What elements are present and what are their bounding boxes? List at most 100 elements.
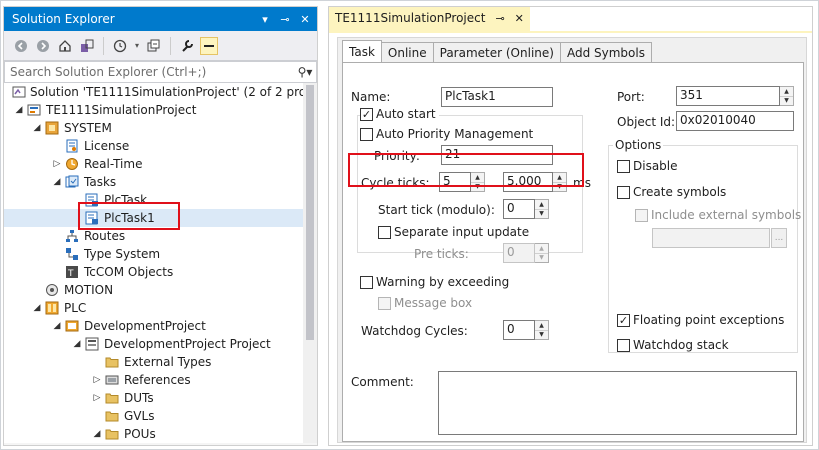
preview-icon[interactable] — [200, 36, 218, 55]
spin-down-icon[interactable]: ▼ — [535, 329, 548, 340]
dropdown-arrow-icon[interactable]: ▾ — [133, 37, 141, 55]
checkbox-box[interactable] — [378, 225, 391, 239]
expanded-arrow-icon[interactable]: ◢ — [30, 123, 44, 133]
spin-up-icon[interactable]: ▲ — [535, 244, 548, 253]
external-symbols-input[interactable] — [652, 228, 770, 248]
collapsed-arrow-icon[interactable]: ▷ — [90, 375, 104, 385]
search-box[interactable]: Search Solution Explorer (Ctrl+;) ⚲▾ — [4, 61, 317, 83]
collapsed-arrow-icon[interactable]: ▷ — [90, 393, 104, 403]
checkbox-box[interactable] — [617, 159, 630, 173]
spin-up-icon[interactable]: ▲ — [535, 321, 548, 330]
collapse-all-icon[interactable] — [145, 37, 163, 55]
document-tab[interactable]: TE1111SimulationProject ⊸ ✕ — [329, 7, 530, 31]
spin-down-icon[interactable]: ▼ — [535, 208, 548, 219]
tree-item[interactable]: ◢ DevelopmentProject — [4, 317, 303, 335]
checkbox-box[interactable]: ✓ — [617, 313, 630, 327]
comment-textarea[interactable] — [438, 371, 797, 435]
checkbox-box[interactable] — [617, 185, 630, 199]
folder-icon — [104, 354, 120, 370]
checkbox-box[interactable] — [617, 338, 630, 352]
expanded-arrow-icon[interactable]: ◢ — [12, 105, 26, 115]
tree-item[interactable]: External Types — [4, 353, 303, 371]
expanded-arrow-icon[interactable]: ◢ — [70, 339, 84, 349]
panel-title: Solution Explorer — [12, 12, 115, 26]
tree-item[interactable]: ◢ PLC — [4, 299, 303, 317]
auto-priority-checkbox[interactable]: Auto Priority Management — [360, 127, 533, 141]
collapsed-arrow-icon[interactable]: ▷ — [50, 159, 64, 169]
spin-up-icon[interactable]: ▲ — [535, 200, 548, 209]
switch-views-icon[interactable] — [78, 37, 96, 55]
object-id-input[interactable]: 0x02010040 — [676, 111, 794, 131]
tree-item[interactable]: ◢ Tasks — [4, 173, 303, 191]
browse-button[interactable]: ... — [771, 228, 787, 248]
tab-task[interactable]: Task — [342, 40, 382, 62]
floating-point-checkbox[interactable]: ✓ Floating point exceptions — [617, 313, 784, 327]
spin-down-icon[interactable]: ▼ — [535, 252, 548, 263]
expanded-arrow-icon[interactable]: ◢ — [50, 177, 64, 187]
pre-ticks-label: Pre ticks: — [414, 247, 469, 261]
pin-icon[interactable]: ⊸ — [495, 12, 504, 25]
tree-item[interactable]: MOTION — [4, 281, 303, 299]
warning-checkbox[interactable]: Warning by exceeding — [360, 275, 509, 289]
pending-changes-icon[interactable] — [111, 37, 129, 55]
include-external-checkbox[interactable]: Include external symbols — [635, 208, 801, 222]
tree-item[interactable]: ◢ SYSTEM — [4, 119, 303, 137]
expanded-arrow-icon[interactable]: ◢ — [30, 303, 44, 313]
tree-item[interactable]: ▷ References — [4, 371, 303, 389]
tree-item[interactable]: License — [4, 137, 303, 155]
tab-add-symbols[interactable]: Add Symbols — [559, 42, 652, 62]
start-tick-stepper[interactable]: 0 ▲ ▼ — [503, 199, 549, 219]
checkbox-box[interactable] — [378, 296, 391, 310]
checkbox-box[interactable]: ✓ — [360, 107, 373, 121]
create-symbols-checkbox[interactable]: Create symbols — [617, 185, 726, 199]
tree-item[interactable]: Solution 'TE1111SimulationProject' (2 of… — [4, 83, 317, 101]
editor-tabs: Task Online Parameter (Online) Add Symbo… — [342, 40, 652, 62]
spin-up-icon[interactable]: ▲ — [780, 87, 793, 96]
tab-online[interactable]: Online — [380, 42, 434, 62]
tree-item-label: GVLs — [124, 409, 155, 423]
tree-item[interactable]: ◢ TE1111SimulationProject — [4, 101, 303, 119]
checkbox-box[interactable] — [635, 208, 648, 222]
motion-icon — [44, 282, 60, 298]
properties-wrench-icon[interactable] — [178, 37, 196, 55]
message-box-checkbox[interactable]: Message box — [378, 296, 472, 310]
tree-item[interactable]: T TcCOM Objects — [4, 263, 303, 281]
solution-tree: Solution 'TE1111SimulationProject' (2 of… — [4, 83, 317, 443]
vertical-scrollbar[interactable] — [303, 83, 317, 443]
pin-icon[interactable]: ⊸ — [277, 13, 293, 26]
start-tick-label: Start tick (modulo): — [378, 203, 495, 217]
search-icon[interactable]: ⚲▾ — [294, 65, 316, 79]
home-icon[interactable] — [56, 37, 74, 55]
port-stepper[interactable]: 351 ▲ ▼ — [676, 86, 794, 106]
expanded-arrow-icon[interactable]: ◢ — [50, 321, 64, 331]
expanded-arrow-icon[interactable]: ◢ — [90, 429, 104, 439]
tasks-icon — [64, 174, 80, 190]
watchdog-cycles-stepper[interactable]: 0 ▲ ▼ — [503, 320, 549, 340]
tree-item[interactable]: Type System — [4, 245, 303, 263]
watchdog-cycles-label: Watchdog Cycles: — [361, 324, 468, 338]
tree-item[interactable]: ▷ DUTs — [4, 389, 303, 407]
tree-item[interactable]: ◢ POUs — [4, 425, 303, 443]
dropdown-arrow-icon[interactable]: ▾ — [257, 13, 273, 26]
tree-item[interactable]: GVLs — [4, 407, 303, 425]
spin-down-icon[interactable]: ▼ — [780, 95, 793, 106]
disable-checkbox[interactable]: Disable — [617, 159, 678, 173]
pre-ticks-stepper[interactable]: 0 ▲ ▼ — [503, 243, 549, 263]
watchdog-stack-checkbox[interactable]: Watchdog stack — [617, 338, 729, 352]
auto-start-checkbox[interactable]: ✓ Auto start — [360, 107, 439, 121]
realtime-icon — [64, 156, 80, 172]
tree-item[interactable]: ▷ Real-Time — [4, 155, 303, 173]
scrollbar-thumb[interactable] — [306, 85, 314, 340]
tab-parameter-online[interactable]: Parameter (Online) — [432, 42, 561, 62]
back-icon[interactable] — [12, 37, 30, 55]
forward-icon[interactable] — [34, 37, 52, 55]
tree-item[interactable]: ◢ DevelopmentProject Project — [4, 335, 303, 353]
close-icon[interactable]: ✕ — [515, 12, 524, 25]
name-input[interactable]: PlcTask1 — [441, 87, 553, 107]
checkbox-box[interactable] — [360, 127, 373, 141]
checkbox-box[interactable] — [360, 275, 373, 289]
tree-item-label: Type System — [84, 247, 161, 261]
search-input[interactable]: Search Solution Explorer (Ctrl+;) — [10, 65, 294, 79]
close-icon[interactable]: ✕ — [297, 13, 313, 26]
separate-input-checkbox[interactable]: Separate input update — [378, 225, 529, 239]
